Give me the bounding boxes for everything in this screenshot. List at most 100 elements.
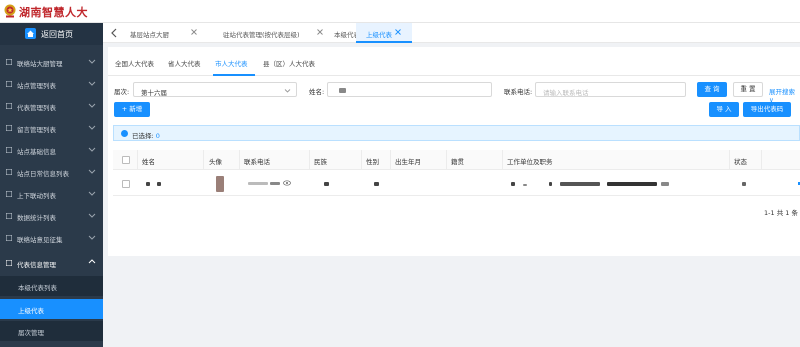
close-icon[interactable] <box>394 28 402 36</box>
work-unit-redacted <box>549 182 552 186</box>
tab-station-representatives[interactable]: 驻站代表管理(按代表层级) <box>201 23 323 43</box>
sidebar-sub-item-session-management[interactable]: 届次管理 <box>0 321 103 341</box>
phone-redacted <box>248 182 268 185</box>
sidebar-item-linkage-list[interactable]: 上下联动列表 <box>0 183 103 205</box>
sidebar-item-liaison-kitchen[interactable]: 联络站大厨管理 <box>0 51 103 73</box>
work-unit-redacted <box>560 182 600 186</box>
tab-label: 上级代表 <box>366 31 392 39</box>
sidebar-item-label: 联络站意见征集 <box>17 236 63 244</box>
import-button[interactable]: 导 入 <box>709 102 739 117</box>
tab-superior-representatives[interactable]: 上级代表 <box>356 23 412 43</box>
subtab-county[interactable]: 县（区）人大代表 <box>263 58 315 68</box>
col-header-native-place: 籍贯 <box>451 158 464 166</box>
add-button[interactable]: + 新增 <box>114 102 150 117</box>
chevron-left-icon[interactable] <box>110 28 118 38</box>
tab-label: 基层站点大厨 <box>130 31 169 39</box>
column-divider <box>137 150 138 170</box>
work-unit-redacted <box>511 182 515 186</box>
sidebar-item-representative-info[interactable]: 代表信息管理 <box>0 252 103 274</box>
col-header-phone: 联系电话 <box>244 158 270 166</box>
close-icon[interactable] <box>190 28 198 36</box>
query-button[interactable]: 查 询 <box>697 82 727 97</box>
menu-icon <box>5 58 13 66</box>
column-divider <box>729 150 730 170</box>
column-divider <box>239 150 240 170</box>
col-header-birth: 出生年月 <box>395 158 421 166</box>
subtab-active-indicator <box>213 74 255 76</box>
home-button[interactable]: 返回首页 <box>0 23 103 45</box>
col-header-work-unit: 工作单位及职务 <box>507 158 553 166</box>
sidebar-item-label: 上下联动列表 <box>17 192 56 200</box>
close-icon[interactable] <box>316 28 324 36</box>
selection-label: 已选择: <box>132 132 154 140</box>
emblem-logo-icon <box>4 3 16 19</box>
chevron-down-icon <box>88 233 96 241</box>
sidebar-item-label: 站点基础信息 <box>17 148 56 156</box>
eye-icon[interactable] <box>283 180 291 186</box>
col-header-name: 姓名 <box>142 158 155 166</box>
top-bar: 湖南智慧人大 <box>0 0 800 23</box>
menu-icon <box>5 190 13 198</box>
selection-alert-text: 已选择: 0 <box>132 130 160 140</box>
sidebar-item-label: 联络站大厨管理 <box>17 60 63 68</box>
menu-icon <box>5 259 13 267</box>
menu-icon <box>5 146 13 154</box>
sidebar-item-representative-list[interactable]: 代表管理列表 <box>0 95 103 117</box>
column-divider <box>203 150 204 170</box>
row-checkbox[interactable] <box>122 180 130 188</box>
phone-input[interactable]: 请输入联系电话 <box>535 82 686 97</box>
sidebar-item-label: 站点管理列表 <box>17 82 56 90</box>
session-select[interactable]: 第十六届 <box>133 82 297 97</box>
name-redacted <box>157 182 161 186</box>
sidebar-item-daily-info[interactable]: 站点日常信息列表 <box>0 161 103 183</box>
chevron-down-icon <box>88 79 96 87</box>
menu-icon <box>5 80 13 88</box>
work-unit-redacted <box>523 184 527 186</box>
col-header-ethnicity: 民族 <box>314 158 327 166</box>
sidebar-item-statistics[interactable]: 数据统计列表 <box>0 205 103 227</box>
session-label: 届次: <box>114 88 130 96</box>
tabs-bar: 基层站点大厨 驻站代表管理(按代表层级) 本级代表列表 上级代表 <box>103 23 800 43</box>
menu-icon <box>5 102 13 110</box>
chevron-down-icon <box>284 87 291 94</box>
sidebar-item-label: 代表管理列表 <box>17 104 56 112</box>
chevron-down-icon <box>88 211 96 219</box>
gender-redacted <box>374 182 379 186</box>
ethnicity-redacted <box>324 182 329 186</box>
column-divider <box>502 150 503 170</box>
select-all-checkbox[interactable] <box>122 156 130 164</box>
phone-input-placeholder: 请输入联系电话 <box>543 89 589 97</box>
home-label: 返回首页 <box>41 30 73 39</box>
table-row[interactable] <box>113 172 800 196</box>
tab-kitchen[interactable]: 基层站点大厨 <box>123 23 201 43</box>
sidebar-item-opinion-collection[interactable]: 联络站意见征集 <box>0 227 103 249</box>
home-icon <box>25 28 36 39</box>
subtab-city[interactable]: 市人大代表 <box>215 58 248 68</box>
menu-icon <box>5 168 13 176</box>
export-code-button[interactable]: 导出代表码 <box>743 102 791 117</box>
table-header: 姓名 头像 联系电话 民族 性别 出生年月 籍贯 工作单位及职务 状态 <box>113 150 800 170</box>
subtab-national[interactable]: 全国人大代表 <box>115 58 154 68</box>
session-select-value: 第十六届 <box>141 89 167 97</box>
name-label: 姓名: <box>309 88 325 96</box>
sidebar-item-message-list[interactable]: 留言管理列表 <box>0 117 103 139</box>
col-header-status: 状态 <box>734 158 747 166</box>
chevron-up-icon <box>88 258 96 266</box>
reset-button[interactable]: 重 置 <box>733 82 763 97</box>
chevron-down-icon <box>88 101 96 109</box>
column-divider <box>761 150 762 170</box>
name-input[interactable] <box>327 82 492 97</box>
column-divider <box>446 150 447 170</box>
sidebar-item-station-list[interactable]: 站点管理列表 <box>0 73 103 95</box>
sidebar: 返回首页 联络站大厨管理 站点管理列表 代表管理列表 留言管理列表 站点基础信息… <box>0 23 103 347</box>
sidebar-sub-item-superior-representatives[interactable]: 上级代表 <box>0 299 103 319</box>
column-divider <box>390 150 391 170</box>
phone-label: 联系电话: <box>504 88 533 96</box>
status-redacted <box>742 182 746 186</box>
chevron-down-icon <box>88 145 96 153</box>
sidebar-item-station-info[interactable]: 站点基础信息 <box>0 139 103 161</box>
subtab-provincial[interactable]: 省人大代表 <box>168 58 201 68</box>
work-unit-redacted <box>661 182 669 186</box>
subtab-divider <box>108 75 800 76</box>
sidebar-sub-item-local-representatives[interactable]: 本级代表列表 <box>0 276 103 296</box>
